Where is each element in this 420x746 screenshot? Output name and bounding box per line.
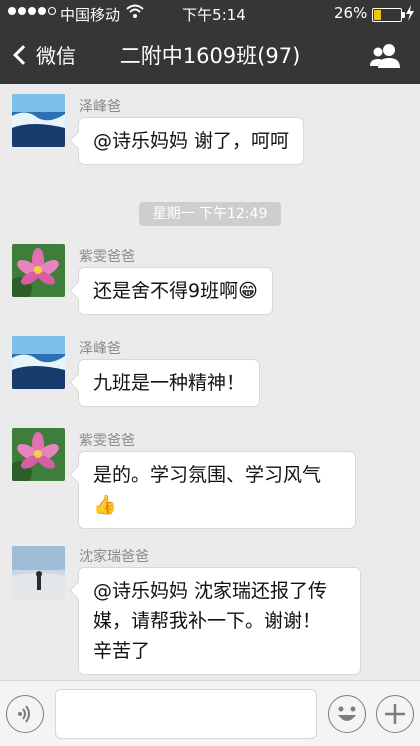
sender-name: 沈家瑞爸爸 (79, 549, 149, 565)
battery-fill (374, 10, 381, 20)
message-text: 还是舍不得9班啊😁 (93, 280, 258, 302)
people-icon[interactable] (368, 42, 404, 70)
avatar[interactable] (12, 428, 65, 481)
signal-dot (48, 7, 56, 15)
charging-icon (405, 5, 415, 25)
avatar[interactable] (12, 244, 65, 297)
message-text: 九班是一种精神！ (93, 372, 246, 394)
back-label: 微信 (36, 44, 76, 68)
message-text: 是的。学习氛围、学习风气 (93, 464, 322, 486)
wifi-icon (126, 3, 144, 23)
signal-strength (8, 7, 56, 15)
emoji-icon[interactable] (328, 695, 366, 733)
message-text: 辛苦了 (93, 640, 151, 662)
message-bubble[interactable]: 还是舍不得9班啊😁 (78, 267, 273, 315)
signal-dot (8, 7, 16, 15)
message-bubble[interactable]: @诗乐妈妈 谢了，呵呵 (78, 117, 305, 165)
sender-name: 泽峰爸 (79, 99, 121, 115)
plus-icon[interactable] (376, 695, 414, 733)
signal-dot (38, 7, 46, 15)
avatar[interactable] (12, 336, 65, 389)
signal-dot (28, 7, 36, 15)
carrier-name: 中国移动 (60, 6, 121, 24)
sender-name: 泽峰爸 (79, 341, 121, 357)
status-bar: 中国移动 下午5:14 26% (0, 0, 420, 28)
top-bar: 中国移动 下午5:14 26% 微信 二附中1609班(97) (0, 0, 420, 84)
message-bubble[interactable]: @诗乐妈妈 沈家瑞还报了传 媒，请帮我补一下。谢谢！ 辛苦了 (78, 567, 361, 675)
avatar[interactable] (12, 546, 65, 599)
sender-name: 紫雯爸爸 (79, 433, 135, 449)
avatar[interactable] (12, 94, 65, 147)
navigation-bar: 微信 二附中1609班(97) (0, 28, 420, 84)
message-input[interactable] (55, 689, 317, 739)
message-text: @诗乐妈妈 谢了，呵呵 (93, 130, 290, 152)
message-text: @诗乐妈妈 沈家瑞还报了传 (93, 580, 328, 602)
chevron-left-icon (13, 44, 33, 65)
chat-title: 二附中1609班(97) (119, 44, 301, 68)
input-bar (0, 680, 420, 746)
battery-icon (372, 8, 405, 22)
battery-percent: 26% (334, 4, 368, 22)
message-text: 媒，请帮我补一下。谢谢！ (93, 610, 322, 632)
timestamp: 星期一 下午12:49 (139, 202, 281, 226)
back-button[interactable]: 微信 (10, 40, 76, 69)
signal-dot (18, 7, 26, 15)
thumbs-up-icon: 👍 (93, 494, 117, 516)
message-bubble[interactable]: 是的。学习氛围、学习风气 👍 (78, 451, 356, 529)
message-bubble[interactable]: 九班是一种精神！ (78, 359, 261, 407)
status-time: 下午5:14 (182, 6, 246, 24)
sender-name: 紫雯爸爸 (79, 249, 135, 265)
voice-icon[interactable] (6, 695, 44, 733)
